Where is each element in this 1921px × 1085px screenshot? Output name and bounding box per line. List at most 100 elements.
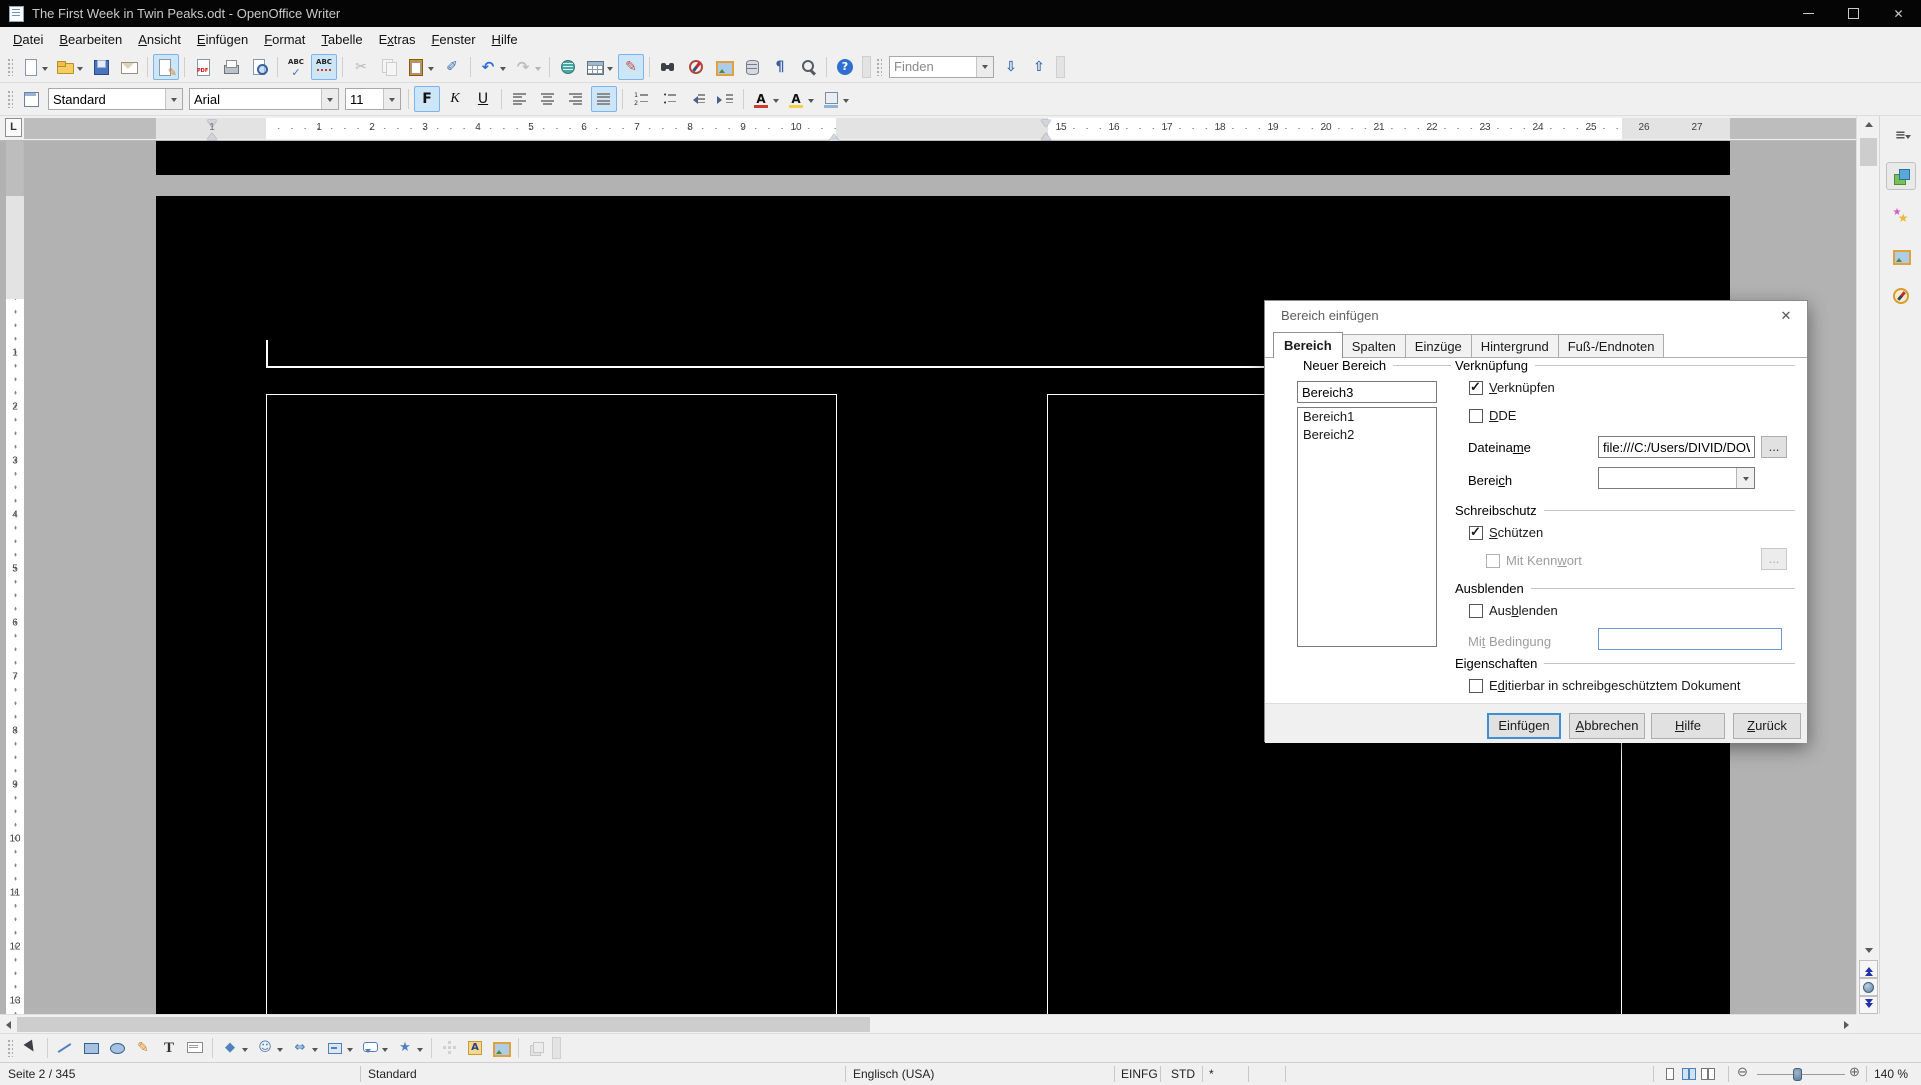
dropdown-arrow-icon[interactable] <box>312 1048 318 1055</box>
print-button[interactable] <box>218 54 244 80</box>
scroll-down-icon[interactable] <box>1857 942 1880 959</box>
condition-input[interactable] <box>1598 628 1782 650</box>
freeform-line-button[interactable] <box>131 1036 155 1060</box>
navigation-button[interactable] <box>1859 978 1878 996</box>
menu-tabelle[interactable]: Tabelle <box>313 29 370 50</box>
status-page-number[interactable]: Seite 2 / 345 <box>8 1063 75 1085</box>
horizontal-scrollbar-thumb[interactable] <box>17 1017 870 1032</box>
find-toolbar-search-combobox[interactable] <box>889 56 994 78</box>
list-item[interactable]: Bereich1 <box>1298 408 1436 426</box>
checkbox-editierbar[interactable]: Editierbar in schreibgeschütztem Dokumen… <box>1469 678 1740 693</box>
vertical-ruler[interactable]: 12345678910111213 <box>6 141 24 1014</box>
data-sources-button[interactable] <box>739 54 765 80</box>
tab-fuendnoten[interactable]: Fuß-/Endnoten <box>1558 334 1665 358</box>
select-button[interactable] <box>18 1036 42 1060</box>
scroll-left-icon[interactable] <box>0 1015 17 1034</box>
filename-input[interactable] <box>1598 436 1755 458</box>
vertical-scrollbar-thumb[interactable] <box>1860 138 1877 166</box>
bullet-list-button[interactable] <box>656 86 682 112</box>
sidebar-styles-button[interactable] <box>1886 202 1916 230</box>
previous-page-button[interactable] <box>1859 960 1878 978</box>
section-listbox[interactable]: Bereich1Bereich2 <box>1297 407 1437 647</box>
minimize-icon[interactable] <box>1786 0 1831 27</box>
increase-indent-button[interactable] <box>712 86 738 112</box>
tab-einzge[interactable]: Einzüge <box>1405 334 1472 358</box>
callouts-button[interactable] <box>358 1036 391 1060</box>
zoom-out-icon[interactable]: ⊖ <box>1737 1064 1748 1080</box>
dropdown-arrow-icon[interactable] <box>347 1048 353 1055</box>
ruler-margin[interactable] <box>836 118 1048 139</box>
line-button[interactable] <box>53 1036 77 1060</box>
dropdown-arrow-icon[interactable] <box>165 89 182 109</box>
background-color-button[interactable] <box>819 86 852 112</box>
undo-button[interactable] <box>476 54 509 80</box>
fontwork-gallery-button[interactable] <box>463 1036 487 1060</box>
dropdown-arrow-icon[interactable] <box>77 67 83 74</box>
paragraph-style-combobox[interactable] <box>48 88 183 110</box>
checkbox-ausblenden[interactable]: Ausblenden <box>1469 603 1558 618</box>
view-layout-book-icon[interactable] <box>1700 1066 1717 1083</box>
draw-functions-button[interactable] <box>618 54 644 80</box>
zoom-in-icon[interactable]: ⊕ <box>1849 1064 1860 1080</box>
toolbar-grip[interactable] <box>7 90 13 108</box>
tab-hintergrund[interactable]: Hintergrund <box>1471 334 1559 358</box>
menu-hilfe[interactable]: Hilfe <box>484 29 526 50</box>
tab-bereich[interactable]: Bereich <box>1273 332 1343 358</box>
dropdown-arrow-icon[interactable] <box>321 89 338 109</box>
menu-fenster[interactable]: Fenster <box>423 29 483 50</box>
title-bar[interactable]: The First Week in Twin Peaks.odt - OpenO… <box>0 0 1921 27</box>
list-item[interactable]: Bereich2 <box>1298 426 1436 444</box>
menu-einfgen[interactable]: Einfügen <box>189 29 256 50</box>
stars-button[interactable]: ★ <box>393 1036 426 1060</box>
toolbar-overflow-button[interactable] <box>1056 56 1065 78</box>
align-center-button[interactable] <box>535 86 561 112</box>
einfgen-button[interactable]: Einfügen <box>1487 713 1561 739</box>
tab-spalten[interactable]: Spalten <box>1342 334 1406 358</box>
nonprinting-characters-button[interactable] <box>767 54 793 80</box>
tab-stop-type-selector[interactable]: L <box>5 118 22 137</box>
status-zoom-value[interactable]: 140 % <box>1874 1063 1908 1085</box>
navigator-button[interactable] <box>683 54 709 80</box>
numbered-list-button[interactable] <box>628 86 654 112</box>
menu-extras[interactable]: Extras <box>371 29 424 50</box>
text-callout-button[interactable] <box>183 1036 207 1060</box>
toolbar-grip[interactable] <box>7 1039 13 1057</box>
table-button[interactable] <box>583 54 616 80</box>
edit-file-button[interactable] <box>153 54 179 80</box>
italic-button[interactable]: K <box>442 86 468 112</box>
open-button[interactable] <box>53 54 86 80</box>
styles-window-button[interactable] <box>18 86 44 112</box>
maximize-icon[interactable] <box>1831 0 1876 27</box>
paragraph-style-input[interactable] <box>49 89 165 109</box>
font-size-input[interactable] <box>346 89 383 109</box>
highlighting-button[interactable]: A <box>784 86 817 112</box>
dialog-title-bar[interactable]: Bereich einfügen ✕ <box>1265 301 1807 331</box>
align-right-button[interactable] <box>563 86 589 112</box>
block-arrows-button[interactable]: ⇔ <box>288 1036 321 1060</box>
dropdown-arrow-icon[interactable] <box>773 99 779 106</box>
dropdown-arrow-icon[interactable] <box>808 99 814 106</box>
save-button[interactable] <box>88 54 114 80</box>
checkbox-verknuepfen[interactable]: Verknüpfen <box>1469 380 1555 395</box>
font-color-button[interactable]: A <box>749 86 782 112</box>
find-replace-button[interactable] <box>655 54 681 80</box>
menu-format[interactable]: Format <box>256 29 313 50</box>
horizontal-ruler[interactable]: L 12345678910151617181920212223242526271 <box>0 116 1856 141</box>
checkbox-dde[interactable]: DDE <box>1469 408 1516 423</box>
section-combobox[interactable] <box>1598 467 1755 489</box>
toolbar-overflow-button[interactable] <box>862 56 871 78</box>
toolbar-grip[interactable] <box>7 58 13 76</box>
close-icon[interactable] <box>1876 0 1921 27</box>
rectangle-button[interactable] <box>79 1036 103 1060</box>
zoom-button[interactable] <box>795 54 821 80</box>
ellipse-button[interactable] <box>105 1036 129 1060</box>
find-prev-button[interactable] <box>1026 54 1052 80</box>
section-name-input[interactable] <box>1297 381 1437 403</box>
right-indent-marker-icon[interactable] <box>829 129 839 141</box>
indent-marker-icon[interactable] <box>1041 120 1051 132</box>
dropdown-arrow-icon[interactable] <box>976 57 993 77</box>
dropdown-arrow-icon[interactable] <box>417 1048 423 1055</box>
new-document-button[interactable] <box>18 54 51 80</box>
dropdown-arrow-icon[interactable] <box>277 1048 283 1055</box>
justify-button[interactable] <box>591 86 617 112</box>
